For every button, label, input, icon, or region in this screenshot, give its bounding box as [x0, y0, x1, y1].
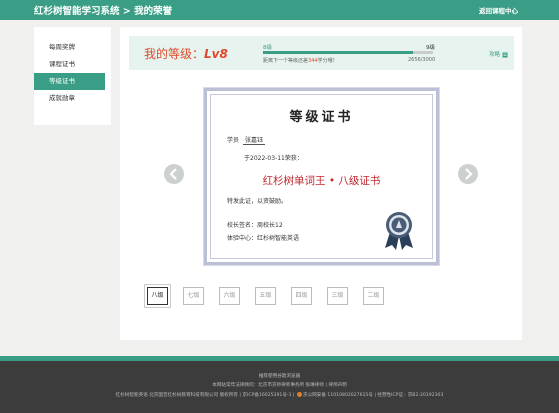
- police-badge-icon: [296, 392, 302, 397]
- main-panel: 我的等级：Lv8 8级 9级 距离下一个等级还差344学分哦！ 2656/300…: [120, 27, 522, 340]
- current-level-label: 8级: [263, 45, 272, 51]
- level-hint-value: 344: [308, 58, 318, 64]
- next-level-label: 9级: [426, 45, 435, 51]
- medal-icon: [385, 212, 413, 250]
- page-title: 红杉树智能学习系统 > 我的荣誉: [34, 6, 173, 17]
- sidebar-item-course-certificates[interactable]: 课程证书: [34, 56, 111, 73]
- footer-legal[interactable]: 本网站常年法律顾问：北京市京师律师事务所 张琳律师 | 律师声明: [0, 382, 559, 388]
- level-tab-4[interactable]: 四级: [291, 287, 312, 305]
- certificate-student: 学员 张嘉钰: [227, 135, 266, 145]
- level-status-bar: 我的等级：Lv8 8级 9级 距离下一个等级还差344学分哦！ 2656/300…: [129, 36, 514, 70]
- level-progress-fill: [263, 51, 414, 54]
- certificate-award: 红杉树单词王 • 八级证书: [262, 175, 381, 187]
- guide-icon: [502, 52, 508, 57]
- certificate-title: 等级证书: [289, 110, 354, 125]
- level-progress-count: 2656/3000: [408, 57, 436, 63]
- my-level-prefix: 我的等级：: [144, 47, 205, 61]
- level-tab-6[interactable]: 六级: [219, 287, 240, 305]
- experience-center: 体验中心：红杉树智能英语: [227, 235, 300, 242]
- level-tab-8[interactable]: 八级: [147, 287, 168, 305]
- footer-police-record[interactable]: 京公网安备 11010802027615号 | 经营性ICP证：京B2-2019…: [303, 393, 443, 398]
- guide-link-label: 攻略: [489, 52, 501, 58]
- footer-copyright-text: 红杉树智能英语 北京国音红杉树教育科技有限公司 版权所有 | 京ICP备1602…: [115, 393, 295, 398]
- sidebar-item-weekly-medals[interactable]: 每周奖牌: [34, 39, 111, 56]
- certificate-note: 特发此证，以资鼓励。: [227, 198, 288, 205]
- certificate-date: 于2022-03-11荣获：: [244, 155, 303, 162]
- level-tab-7[interactable]: 七级: [183, 287, 204, 305]
- back-to-courses-link[interactable]: 返回课程中心: [479, 5, 518, 15]
- certificate-inner-border: 等级证书 学员 张嘉钰 于2022-03-11荣获： 红杉树单词王 • 八级证书 …: [210, 94, 433, 259]
- level-hint: 距离下一个等级还差344学分哦！: [263, 57, 338, 64]
- level-tab-3[interactable]: 三级: [327, 287, 348, 305]
- student-label: 学员: [227, 137, 240, 144]
- top-bar: 红杉树智能学习系统 > 我的荣誉 返回课程中心: [0, 0, 559, 20]
- level-tab-5[interactable]: 五级: [255, 287, 276, 305]
- principal-signature: 校长签名：周校长12: [227, 222, 283, 229]
- chevron-left-icon: [169, 168, 177, 180]
- prev-certificate-button[interactable]: [164, 164, 184, 184]
- level-hint-prefix: 距离下一个等级还差: [263, 58, 309, 64]
- sidebar-item-level-certificates[interactable]: 等级证书: [34, 73, 105, 90]
- footer: 推荐使用谷歌浏览器 本网站常年法律顾问：北京市京师律师事务所 张琳律师 | 律师…: [0, 361, 559, 413]
- level-tab-2[interactable]: 二级: [363, 287, 384, 305]
- footer-browser-note: 推荐使用谷歌浏览器: [258, 374, 301, 379]
- sidebar: 每周奖牌 课程证书 等级证书 成就勋章: [34, 27, 111, 125]
- footer-copyright: 红杉树智能英语 北京国音红杉树教育科技有限公司 版权所有 | 京ICP备1602…: [0, 392, 559, 398]
- student-name: 张嘉钰: [243, 137, 266, 145]
- my-level-label: 我的等级：Lv8: [144, 45, 228, 62]
- level-hint-suffix: 学分哦！: [317, 58, 338, 64]
- my-level-value: Lv8: [204, 47, 228, 61]
- next-certificate-button[interactable]: [458, 164, 478, 184]
- sidebar-item-achievement-badges[interactable]: 成就勋章: [34, 90, 111, 107]
- level-progress-track: [263, 51, 433, 54]
- level-certificate: 等级证书 学员 张嘉钰 于2022-03-11荣获： 红杉树单词王 • 八级证书 …: [204, 88, 439, 265]
- guide-link[interactable]: 攻略: [489, 50, 508, 58]
- chevron-right-icon: [465, 168, 473, 180]
